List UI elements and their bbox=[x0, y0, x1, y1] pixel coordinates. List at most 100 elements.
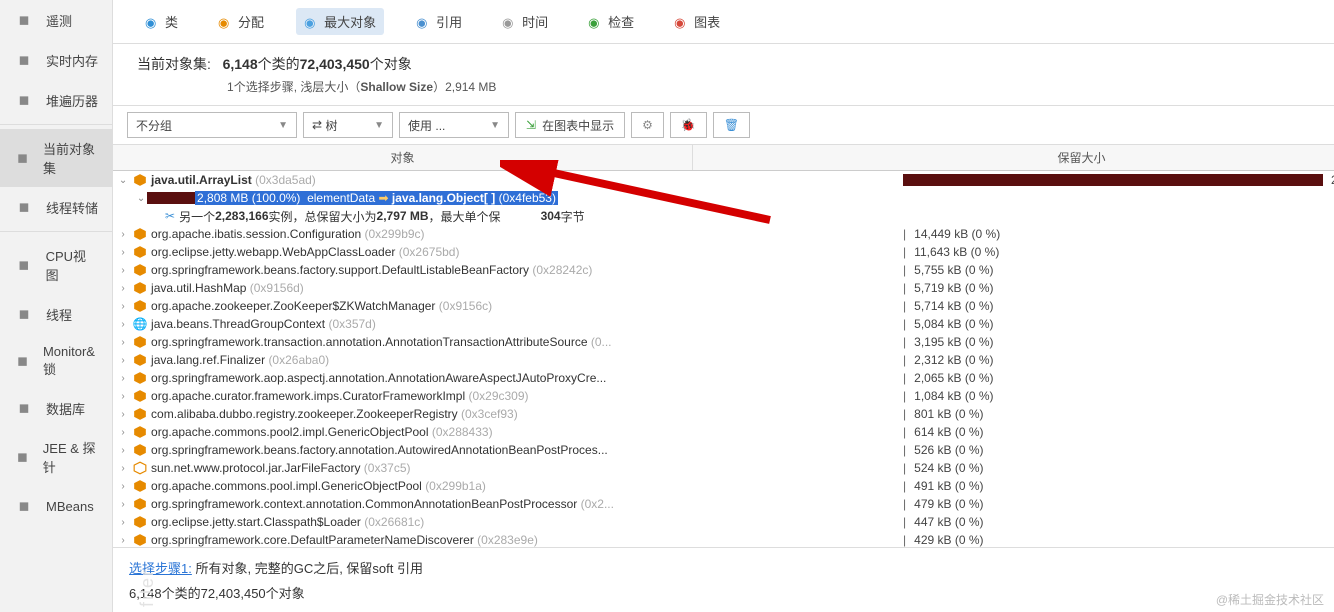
object-hex-icon bbox=[133, 371, 147, 385]
expander-icon[interactable]: › bbox=[117, 355, 129, 366]
expander-icon[interactable]: › bbox=[117, 391, 129, 402]
expander-icon[interactable]: › bbox=[117, 463, 129, 474]
expander-icon[interactable]: › bbox=[117, 283, 129, 294]
view-tabs: ◉类 ◉分配 ◉最大对象 ◉引用 ◉时间 ◉检查 ◉图表 bbox=[113, 0, 1334, 44]
expander-icon[interactable]: › bbox=[117, 247, 129, 258]
group-combo[interactable]: 不分组▼ bbox=[127, 112, 297, 138]
object-hex-icon bbox=[133, 533, 147, 547]
tab-1[interactable]: ◉分配 bbox=[210, 8, 272, 35]
expander-icon[interactable]: › bbox=[117, 499, 129, 510]
expander-icon[interactable]: ⌄ bbox=[135, 193, 147, 204]
tab-5[interactable]: ◉检查 bbox=[580, 8, 642, 35]
tree-row[interactable]: › org.apache.ibatis.session.Configuratio… bbox=[113, 225, 1334, 243]
retained-size: 3,195 kB (0 %) bbox=[914, 335, 1054, 349]
expander-icon[interactable]: › bbox=[117, 319, 129, 330]
tree-row[interactable]: › sun.net.www.protocol.jar.JarFileFactor… bbox=[113, 459, 1334, 477]
sidebar-item-8[interactable]: ◼数据库 bbox=[0, 388, 112, 428]
expander-icon[interactable]: › bbox=[117, 301, 129, 312]
retained-size: 429 kB (0 %) bbox=[914, 533, 1054, 547]
summary-prefix: 当前对象集: bbox=[137, 56, 211, 72]
expander-icon[interactable]: › bbox=[117, 373, 129, 384]
retained-size: 5,719 kB (0 %) bbox=[914, 281, 1054, 295]
sidebar-item-2[interactable]: ◼堆遍历器 bbox=[0, 80, 112, 120]
class-name: org.springframework.core.DefaultParamete… bbox=[151, 533, 474, 547]
object-tree[interactable]: ⌄ java.util.ArrayList (0x3da5ad) 2,808 M… bbox=[113, 171, 1334, 547]
sidebar-item-10[interactable]: ◼MBeans bbox=[0, 486, 112, 526]
tree-row[interactable]: › org.springframework.beans.factory.anno… bbox=[113, 441, 1334, 459]
jee-probe-icon: ◼ bbox=[14, 447, 31, 467]
expander-icon[interactable]: › bbox=[117, 427, 129, 438]
expander-icon[interactable]: › bbox=[117, 445, 129, 456]
show-in-chart-button[interactable]: ⇲在图表中显示 bbox=[515, 112, 625, 138]
tree-row[interactable]: › org.springframework.aop.aspectj.annota… bbox=[113, 369, 1334, 387]
trash-button[interactable]: 🗑 bbox=[713, 112, 750, 138]
sidebar-item-7[interactable]: ◼Monitor&锁 bbox=[0, 334, 112, 388]
sidebar-item-4[interactable]: ◼线程转储 bbox=[0, 187, 112, 227]
class-name: java.beans.ThreadGroupContext bbox=[151, 317, 325, 331]
address: (0x283e9e) bbox=[477, 533, 538, 547]
col-retained[interactable]: 保留大小 bbox=[693, 145, 1334, 170]
address: (0x299b1a) bbox=[425, 479, 486, 493]
class-name: org.apache.commons.pool2.impl.GenericObj… bbox=[151, 425, 428, 439]
expander-icon[interactable]: › bbox=[117, 481, 129, 492]
tree-row[interactable]: › org.springframework.transaction.annota… bbox=[113, 333, 1334, 351]
sidebar-item-1[interactable]: ◼实时内存 bbox=[0, 40, 112, 80]
tree-row[interactable]: › org.apache.commons.pool.impl.GenericOb… bbox=[113, 477, 1334, 495]
tree-row-root[interactable]: ⌄ java.util.ArrayList (0x3da5ad) 2,808 M… bbox=[113, 171, 1334, 189]
tab-0[interactable]: ◉类 bbox=[137, 8, 186, 35]
expander-icon[interactable]: › bbox=[117, 409, 129, 420]
tree-row[interactable]: › org.springframework.beans.factory.supp… bbox=[113, 261, 1334, 279]
bug-button[interactable]: 🐞 bbox=[670, 112, 707, 138]
threads-icon: ◼ bbox=[14, 304, 34, 324]
address: (0x2675bd) bbox=[399, 245, 460, 259]
tree-row-child[interactable]: ⌄ 2,808 MB (100.0%) elementData ➡ java.l… bbox=[113, 189, 1334, 207]
expander-icon[interactable]: ⌄ bbox=[117, 175, 129, 186]
tree-row[interactable]: › org.apache.commons.pool2.impl.GenericO… bbox=[113, 423, 1334, 441]
col-object[interactable]: 对象 bbox=[113, 145, 693, 170]
sidebar-item-9[interactable]: ◼JEE & 探针 bbox=[0, 428, 112, 486]
table-header: 对象 保留大小 bbox=[113, 145, 1334, 171]
chevron-down-icon: ▼ bbox=[490, 120, 500, 131]
tab-6[interactable]: ◉图表 bbox=[666, 8, 728, 35]
tree-icon: ⇄ bbox=[312, 118, 322, 132]
chevron-down-icon: ▼ bbox=[374, 120, 384, 131]
selection-footer: 选择步骤1: 所有对象, 完整的GC之后, 保留soft 引用 6,148个类的… bbox=[113, 547, 1334, 612]
expander-icon[interactable]: › bbox=[117, 337, 129, 348]
object-hex-icon bbox=[133, 389, 147, 403]
tab-4[interactable]: ◉时间 bbox=[494, 8, 556, 35]
sidebar-item-6[interactable]: ◼线程 bbox=[0, 294, 112, 334]
tree-row[interactable]: › org.apache.zookeeper.ZooKeeper$ZKWatch… bbox=[113, 297, 1334, 315]
tree-row[interactable]: › java.lang.ref.Finalizer (0x26aba0) | 2… bbox=[113, 351, 1334, 369]
size-bar-inline bbox=[147, 192, 195, 204]
tree-row[interactable]: › java.util.HashMap (0x9156d) | 5,719 kB… bbox=[113, 279, 1334, 297]
sidebar-item-0[interactable]: ◼遥测 bbox=[0, 0, 112, 40]
class-name: org.springframework.beans.factory.annota… bbox=[151, 443, 608, 457]
tree-row[interactable]: › org.springframework.core.DefaultParame… bbox=[113, 531, 1334, 547]
object-hex-icon bbox=[133, 299, 147, 313]
tab-3[interactable]: ◉引用 bbox=[408, 8, 470, 35]
sidebar-item-3[interactable]: ◼当前对象集 bbox=[0, 129, 112, 187]
settings-button[interactable]: ⚙ bbox=[631, 112, 664, 138]
biggest-icon: ◉ bbox=[304, 15, 318, 29]
tree-row[interactable]: › org.eclipse.jetty.webapp.WebAppClassLo… bbox=[113, 243, 1334, 261]
retained-size: 1,084 kB (0 %) bbox=[914, 389, 1054, 403]
expander-icon[interactable]: › bbox=[117, 229, 129, 240]
sidebar-item-5[interactable]: ◼CPU视图 bbox=[0, 236, 112, 294]
use-combo[interactable]: 使用 ...▼ bbox=[399, 112, 509, 138]
tree-row[interactable]: › org.springframework.context.annotation… bbox=[113, 495, 1334, 513]
expander-icon[interactable]: › bbox=[117, 517, 129, 528]
tree-row[interactable]: › org.eclipse.jetty.start.Classpath$Load… bbox=[113, 513, 1334, 531]
object-hex-icon bbox=[133, 515, 147, 529]
class-name: org.apache.zookeeper.ZooKeeper$ZKWatchMa… bbox=[151, 299, 435, 313]
class-name: sun.net.www.protocol.jar.JarFileFactory bbox=[151, 461, 360, 475]
tree-row[interactable]: › org.apache.curator.framework.imps.Cura… bbox=[113, 387, 1334, 405]
watermark-side: filer bbox=[137, 568, 158, 607]
expander-icon[interactable]: › bbox=[117, 265, 129, 276]
tree-row[interactable]: › 🌐 java.beans.ThreadGroupContext (0x357… bbox=[113, 315, 1334, 333]
toolbar: 不分组▼ ⇄ 树▼ 使用 ...▼ ⇲在图表中显示 ⚙ 🐞 🗑 bbox=[113, 106, 1334, 145]
tree-row[interactable]: › com.alibaba.dubbo.registry.zookeeper.Z… bbox=[113, 405, 1334, 423]
expander-icon[interactable]: › bbox=[117, 535, 129, 546]
tab-2[interactable]: ◉最大对象 bbox=[296, 8, 384, 35]
tree-combo[interactable]: ⇄ 树▼ bbox=[303, 112, 393, 138]
address: (0x357d) bbox=[328, 317, 375, 331]
